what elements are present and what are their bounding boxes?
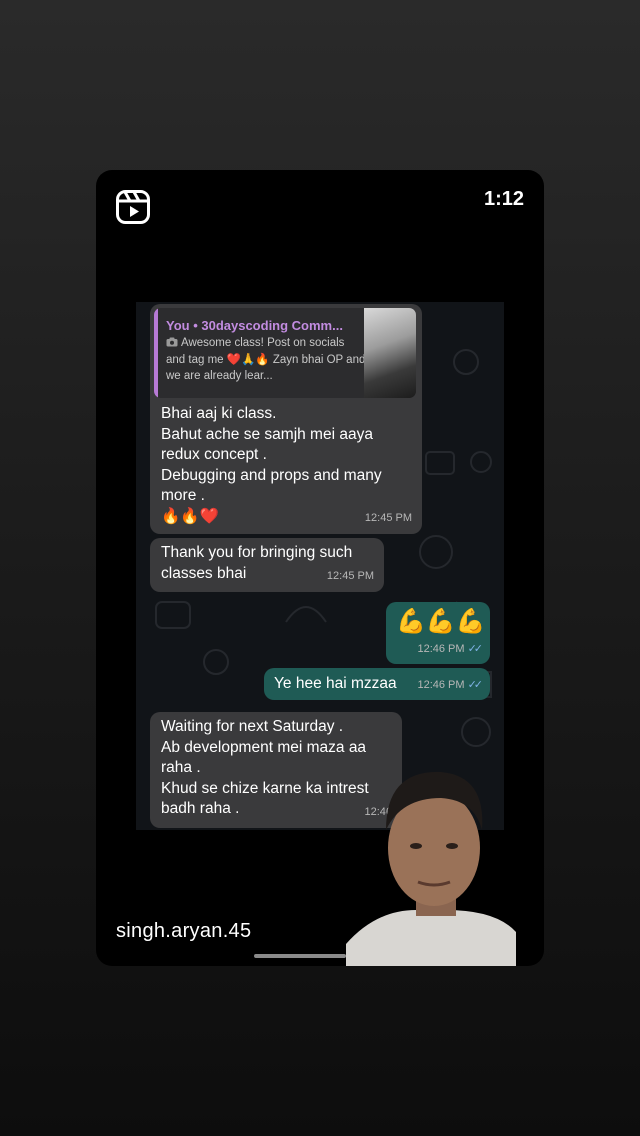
- message-time: 12:46 PM ✓✓: [417, 639, 484, 660]
- reply-text-content: Awesome class! Post on socials and tag m…: [166, 337, 366, 382]
- camera-icon: [166, 337, 178, 347]
- chat-screenshot: You • 30dayscoding Comm... Awesome class…: [136, 302, 504, 830]
- reply-accent-bar: [154, 308, 158, 398]
- message-time-text: 12:46 PM: [417, 678, 465, 691]
- reply-thumbnail: [364, 308, 416, 398]
- home-indicator: [254, 954, 346, 958]
- reply-text: Awesome class! Post on socials and tag m…: [166, 335, 366, 385]
- reel-timer: 1:12: [483, 188, 524, 210]
- reply-title: You • 30dayscoding Comm...: [166, 318, 343, 333]
- username-link[interactable]: singh.aryan.45: [116, 920, 251, 943]
- message-text: 💪💪💪: [396, 608, 486, 635]
- message-bubble-incoming[interactable]: You • 30dayscoding Comm... Awesome class…: [150, 304, 422, 534]
- quoted-reply[interactable]: You • 30dayscoding Comm... Awesome class…: [154, 308, 416, 398]
- face-cam-video: [346, 771, 516, 966]
- message-bubble-outgoing[interactable]: Ye hee hai mzzaa 12:46 PM ✓✓: [264, 668, 490, 700]
- reels-icon[interactable]: [116, 190, 150, 224]
- message-time: 12:46 PM ✓✓: [417, 675, 484, 696]
- message-time: 12:45 PM: [364, 511, 412, 524]
- double-check-icon: ✓✓: [467, 642, 484, 655]
- double-check-icon: ✓✓: [467, 678, 484, 691]
- message-time-text: 12:46 PM: [417, 642, 465, 655]
- reel-card[interactable]: 1:12 You • 30dayscoding Comm... Awesome …: [96, 170, 544, 966]
- message-bubble-outgoing[interactable]: 💪💪💪 12:46 PM ✓✓: [386, 602, 490, 664]
- message-bubble-incoming[interactable]: Thank you for bringing such classes bhai…: [150, 538, 384, 592]
- message-text: Ye hee hai mzzaa: [274, 675, 397, 692]
- message-time: 12:45 PM: [326, 569, 374, 582]
